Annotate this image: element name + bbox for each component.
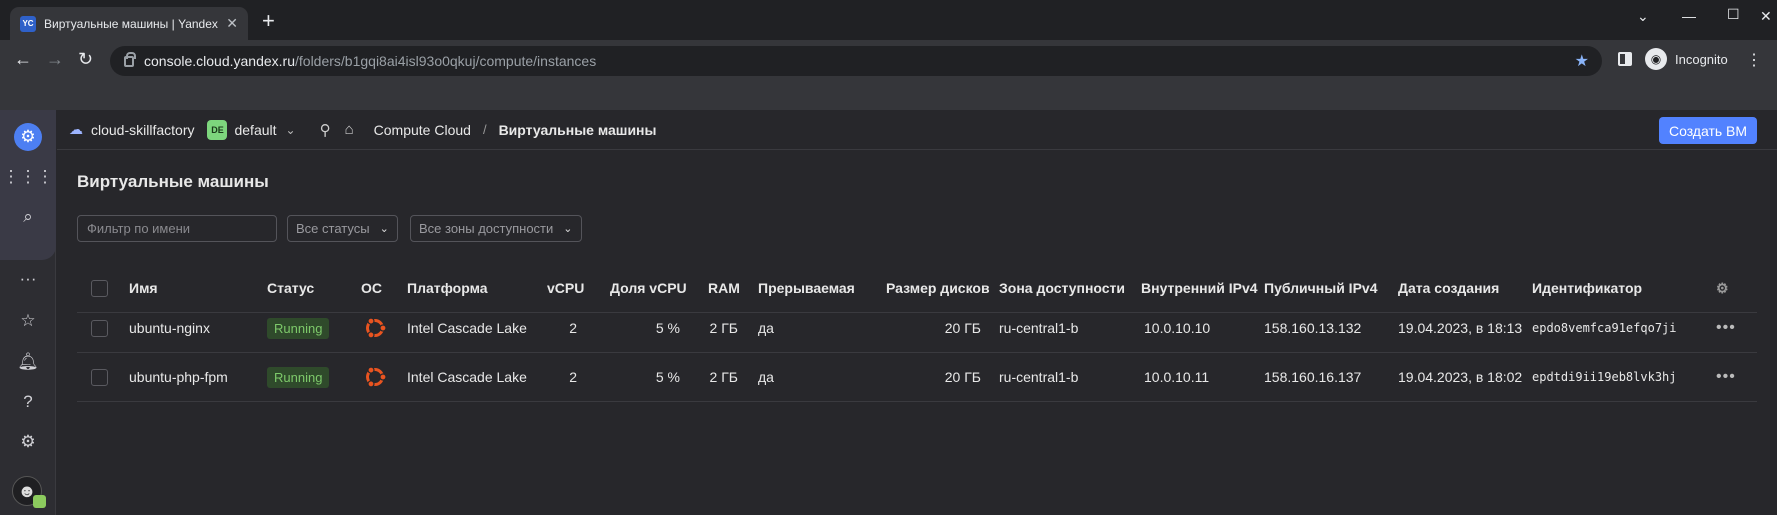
account-badge-icon [33,495,46,508]
cloud-icon: ☁ [69,121,83,137]
address-bar[interactable]: console.cloud.yandex.ru/folders/b1gqi8ai… [110,46,1602,76]
folder-badge: DE [207,119,228,140]
platform: Intel Cascade Lake [407,320,527,336]
ram: 2 ГБ [709,369,738,385]
create-vm-button[interactable]: Создать ВМ [1659,117,1757,144]
row-actions-icon[interactable]: ••• [1716,304,1736,352]
zone-select-value: Все зоны доступности [419,221,554,236]
new-tab-icon[interactable]: + [262,10,275,32]
internal-ip: 10.0.10.10 [1144,320,1211,336]
disk-size: 20 ГБ [944,369,981,385]
chevron-down-icon[interactable]: ⌄ [1637,8,1649,25]
close-tab-icon[interactable]: ✕ [226,15,238,32]
select-all-checkbox[interactable] [91,279,108,297]
breadcrumb-compute-cloud[interactable]: Compute Cloud [374,122,471,138]
minimize-icon[interactable]: — [1682,8,1696,24]
browser-tab[interactable]: YC Виртуальные машины | Yandex Cloud ✕ [10,7,248,40]
yandex-cloud-favicon-icon: YC [20,15,36,32]
row-checkbox[interactable] [91,319,108,337]
back-icon[interactable]: ← [14,49,32,70]
vm-name[interactable]: ubuntu-php-fpm [129,353,228,401]
browser-tab-bar: YC Виртуальные машины | Yandex Cloud ✕ +… [0,0,1777,40]
row-actions-icon[interactable]: ••• [1716,353,1736,401]
bookmark-star-icon[interactable]: ★ [1575,51,1589,71]
all-services-grid-icon[interactable]: ⋮⋮⋮ [3,163,54,191]
home-icon[interactable]: ⌂ [345,121,354,138]
side-panel-icon[interactable] [1618,52,1632,66]
created-date: 19.04.2023, в 18:02 [1398,369,1523,385]
instance-id: epdo8vemfca91efqo7ji [1532,321,1677,335]
chevron-down-icon[interactable]: ⌄ [286,123,296,137]
vm-name[interactable]: ubuntu-nginx [129,304,210,352]
chevron-down-icon: ⌄ [563,223,573,235]
settings-gear-icon[interactable]: ⚙ [14,428,42,456]
preemptible: да [758,369,774,385]
zone: ru-central1-b [999,369,1079,385]
more-icon[interactable]: ··· [14,265,42,293]
table-row[interactable]: ubuntu-php-fpm Running Intel Cascade Lak… [77,353,1757,402]
search-icon[interactable]: ⌕ [14,203,42,231]
tab-title: Виртуальные машины | Yandex Cloud [44,16,220,31]
page-title: Виртуальные машины [77,172,269,191]
breadcrumb-separator: / [482,122,487,137]
chevron-down-icon: ⌄ [379,223,389,235]
status-badge: Running [267,366,330,388]
vcpu-share: 5 % [655,320,680,336]
ubuntu-icon [363,353,387,401]
favorites-star-icon[interactable]: ☆ [14,307,42,335]
notifications-bell-icon[interactable]: 🔔︎ [14,348,42,376]
ubuntu-icon [363,304,387,352]
help-icon[interactable]: ? [14,388,42,416]
public-ip: 158.160.16.137 [1264,369,1362,385]
platform: Intel Cascade Lake [407,369,527,385]
service-hierarchy-icon[interactable]: ⚲ [320,121,331,139]
status-select-value: Все статусы [296,221,370,236]
incognito-indicator[interactable]: ◉ Incognito [1645,48,1728,70]
folder-selector[interactable]: default [234,122,276,138]
vcpu: 2 [569,320,577,336]
incognito-label: Incognito [1675,51,1728,67]
browser-menu-icon[interactable]: ⋮ [1746,50,1762,70]
breadcrumb-current: Виртуальные машины [498,121,657,138]
lock-icon[interactable] [124,51,136,67]
name-filter-input[interactable] [77,215,277,242]
reload-icon[interactable]: ↻ [78,49,93,70]
instance-id: epdtdi9ii19eb8lvk3hj [1532,370,1677,384]
internal-ip: 10.0.10.11 [1144,369,1210,385]
left-navigation: ⚙ ⋮⋮⋮ ⌕ ··· ☆ 🔔︎ ? ⚙ [0,110,56,515]
zone: ru-central1-b [999,320,1079,336]
zone-select[interactable]: Все зоны доступности ⌄ [410,215,582,242]
console-header: ☁ cloud-skillfactory DE default ⌄ ⚲ ⌂ Co… [57,110,1777,150]
url-host: console.cloud.yandex.ru [144,53,295,69]
vcpu-share: 5 % [655,369,680,385]
status-badge: Running [267,317,330,339]
maximize-icon[interactable]: ☐ [1727,6,1740,23]
compute-service-icon[interactable]: ⚙ [14,123,42,151]
cloud-name[interactable]: cloud-skillfactory [91,122,194,138]
preemptible: да [758,320,774,336]
ram: 2 ГБ [709,320,738,336]
url-path: /folders/b1gqi8ai4isl93o0qkuj/compute/in… [295,53,597,69]
incognito-icon: ◉ [1645,48,1667,70]
forward-icon[interactable]: → [46,49,64,70]
row-checkbox[interactable] [91,368,108,386]
close-window-icon[interactable]: ✕ [1760,8,1772,25]
public-ip: 158.160.13.132 [1264,320,1362,336]
vcpu: 2 [569,369,577,385]
status-select[interactable]: Все статусы ⌄ [287,215,398,242]
created-date: 19.04.2023, в 18:13 [1398,320,1523,336]
table-row[interactable]: ubuntu-nginx Running Intel Cascade Lake … [77,304,1757,353]
disk-size: 20 ГБ [944,320,981,336]
